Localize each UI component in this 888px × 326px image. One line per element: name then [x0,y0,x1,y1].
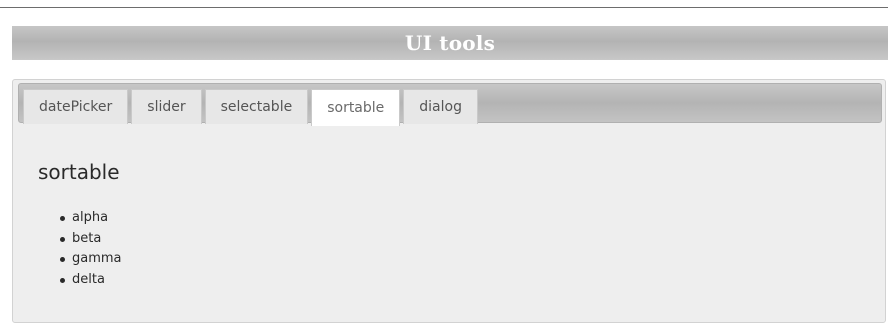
tab-content-sortable: sortable alpha beta gamma delta [38,160,122,287]
list-item-gamma[interactable]: gamma [60,249,122,270]
sortable-list: alpha beta gamma delta [60,208,122,290]
tab-datepicker[interactable]: datePicker [23,89,129,124]
list-item-beta[interactable]: beta [60,229,122,250]
tab-slider[interactable]: slider [131,89,202,124]
list-item-delta[interactable]: delta [60,270,122,291]
tab-selectable[interactable]: selectable [204,89,309,124]
title-banner: UI tools [12,26,888,60]
tab-dialog[interactable]: dialog [403,89,478,124]
tab-list: datePicker slider selectable sortable di… [23,89,478,126]
top-divider [0,7,888,8]
section-heading: sortable [38,160,120,184]
tab-sortable[interactable]: sortable [311,89,401,126]
tab-bar: datePicker slider selectable sortable di… [18,83,882,126]
page-title: UI tools [404,31,496,55]
tabs-panel: datePicker slider selectable sortable di… [12,79,886,323]
list-item-alpha[interactable]: alpha [60,208,122,229]
